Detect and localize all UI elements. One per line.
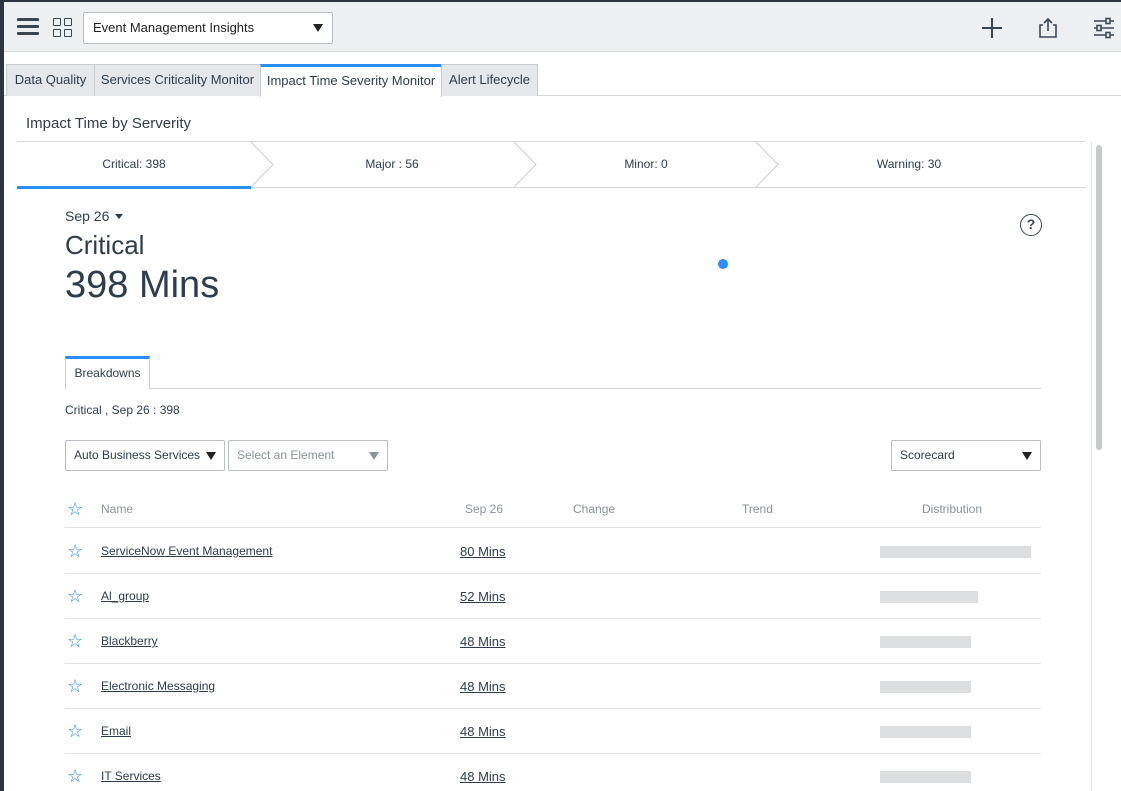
date-dropdown[interactable]: Sep 26 — [65, 208, 124, 224]
table-row: ☆ Electronic Messaging 48 Mins — [65, 664, 1041, 709]
row-value-link[interactable]: 48 Mins — [460, 634, 506, 649]
breakdown-select[interactable]: Auto Business Services — [65, 440, 225, 471]
favorite-star-icon[interactable]: ☆ — [67, 542, 83, 560]
dashboard-select-value: Event Management Insights — [93, 20, 255, 35]
element-select-placeholder: Select an Element — [237, 448, 335, 462]
row-value-link[interactable]: 80 Mins — [460, 544, 506, 559]
chevron-down-icon — [313, 24, 323, 32]
distribution-bar — [880, 771, 971, 783]
row-value-link[interactable]: 48 Mins — [460, 724, 506, 739]
filter-settings-icon[interactable] — [1092, 16, 1116, 40]
favorite-star-icon[interactable]: ☆ — [67, 677, 83, 695]
add-icon[interactable] — [980, 16, 1004, 40]
loading-indicator — [718, 259, 728, 269]
header-date[interactable]: Sep 26 — [465, 502, 503, 516]
widget-title: Impact Time by Serverity — [26, 115, 192, 132]
favorite-star-icon[interactable]: ☆ — [67, 722, 83, 740]
date-label: Sep 26 — [65, 208, 110, 224]
view-select[interactable]: Scorecard — [891, 440, 1041, 471]
row-name-link[interactable]: ServiceNow Event Management — [101, 544, 272, 558]
table-row: ☆ Al_group 52 Mins — [65, 574, 1041, 619]
table-row: ☆ ServiceNow Event Management 80 Mins — [65, 529, 1041, 574]
tab-data-quality[interactable]: Data Quality — [6, 64, 95, 96]
distribution-bar — [880, 591, 978, 603]
step-separator-icon — [514, 142, 537, 187]
table-row: ☆ Email 48 Mins — [65, 709, 1041, 754]
favorite-star-icon[interactable]: ☆ — [67, 632, 83, 650]
severity-step-major[interactable]: Major : 56 — [273, 142, 511, 187]
breakdown-caption: Critical , Sep 26 : 398 — [65, 403, 180, 417]
distribution-bar — [880, 726, 971, 738]
chevron-down-icon — [206, 452, 216, 460]
caret-down-icon — [115, 214, 124, 219]
distribution-bar — [880, 636, 971, 648]
severity-label: Critical — [65, 230, 145, 260]
help-icon[interactable]: ? — [1020, 214, 1042, 236]
severity-stepper: Critical: 398 Major : 56 Minor: 0 Warnin… — [17, 141, 1086, 189]
row-name-link[interactable]: Email — [101, 724, 131, 738]
favorite-star-icon[interactable]: ☆ — [67, 587, 83, 605]
dashboard-window: Event Management Insights Data Quality S… — [4, 2, 1121, 791]
table-row: ☆ IT Services 48 Mins — [65, 754, 1041, 791]
row-name-link[interactable]: Al_group — [101, 589, 149, 603]
tab-services-criticality-monitor[interactable]: Services Criticality Monitor — [94, 64, 261, 96]
row-name-link[interactable]: Electronic Messaging — [101, 679, 215, 693]
row-name-link[interactable]: Blackberry — [101, 634, 158, 648]
row-value-link[interactable]: 48 Mins — [460, 769, 506, 784]
severity-step-warning[interactable]: Warning: 30 — [779, 142, 1039, 187]
menu-icon[interactable] — [17, 18, 39, 36]
tab-alert-lifecycle[interactable]: Alert Lifecycle — [441, 64, 538, 96]
share-icon[interactable] — [1036, 16, 1060, 40]
scrollbar-thumb[interactable] — [1096, 145, 1102, 450]
scrollbar[interactable] — [1091, 142, 1105, 791]
element-select[interactable]: Select an Element — [228, 440, 388, 471]
breakdown-tabs: Breakdowns — [65, 356, 1041, 389]
favorite-star-icon[interactable]: ☆ — [67, 767, 83, 785]
row-value-link[interactable]: 48 Mins — [460, 679, 506, 694]
dashboard-select[interactable]: Event Management Insights — [83, 12, 333, 44]
severity-step-critical[interactable]: Critical: 398 — [17, 142, 251, 189]
step-separator-icon — [756, 142, 779, 187]
distribution-bar — [880, 681, 971, 693]
table-row: ☆ Blackberry 48 Mins — [65, 619, 1041, 664]
header-change[interactable]: Change — [573, 502, 615, 516]
breakdown-select-value: Auto Business Services — [74, 448, 201, 462]
row-value-link[interactable]: 52 Mins — [460, 589, 506, 604]
step-separator-icon — [251, 142, 274, 187]
header-trend: Trend — [742, 502, 773, 516]
dashboard-grid-icon[interactable] — [53, 18, 73, 38]
top-toolbar: Event Management Insights — [4, 2, 1121, 52]
table-header: ☆ Name Sep 26 Change Trend Distribution — [65, 492, 1041, 528]
header-name[interactable]: Name — [101, 502, 133, 516]
header-distribution: Distribution — [922, 502, 983, 516]
favorite-all-star-icon[interactable]: ☆ — [67, 499, 83, 520]
chevron-down-icon — [369, 452, 379, 460]
tab-breakdowns[interactable]: Breakdowns — [65, 356, 150, 389]
dashboard-tabs: Data Quality Services Criticality Monito… — [4, 52, 1121, 97]
row-name-link[interactable]: IT Services — [101, 769, 161, 783]
severity-value: 398 Mins — [65, 264, 220, 306]
distribution-bar — [880, 546, 1031, 558]
tab-impact-time-severity-monitor[interactable]: Impact Time Severity Monitor — [260, 64, 442, 97]
severity-step-minor[interactable]: Minor: 0 — [537, 142, 755, 187]
chevron-down-icon — [1022, 452, 1032, 460]
view-select-value: Scorecard — [900, 448, 955, 462]
